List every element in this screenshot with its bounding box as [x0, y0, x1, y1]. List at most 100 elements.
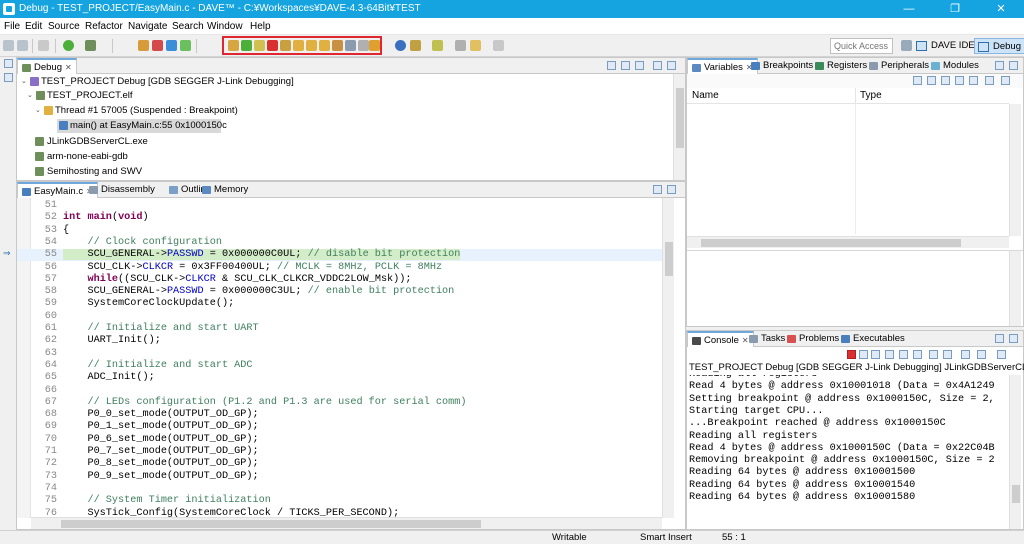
save-icon[interactable]: [17, 40, 28, 51]
code-line[interactable]: 57 while((SCU_CLK->CLKCR & SCU_CLK_CLKCR…: [17, 274, 662, 286]
code-line[interactable]: 63: [17, 348, 662, 360]
code-line[interactable]: 72 P0_8_set_mode(OUTPUT_OD_GP);: [17, 458, 662, 470]
word-wrap-icon[interactable]: [913, 350, 922, 359]
view-toolbar-icon[interactable]: [621, 61, 630, 70]
code-line[interactable]: 53 {: [17, 225, 662, 237]
project-explorer-icon[interactable]: [4, 73, 13, 82]
terminate-icon[interactable]: [847, 350, 856, 359]
restart-icon[interactable]: [345, 40, 356, 51]
pin-console-icon[interactable]: [961, 350, 970, 359]
tab-disassembly[interactable]: Disassembly: [85, 182, 159, 198]
resume-icon[interactable]: [241, 40, 252, 51]
back-icon[interactable]: [470, 40, 481, 51]
scroll-lock-icon[interactable]: [899, 350, 908, 359]
code-line[interactable]: 75 // System Timer initialization: [17, 495, 662, 507]
view-toolbar-icon[interactable]: [607, 61, 616, 70]
prev-edit-icon[interactable]: [455, 40, 466, 51]
console-vscroll[interactable]: [1009, 375, 1021, 529]
variables-hscroll[interactable]: [687, 236, 1009, 248]
minimize-view-icon[interactable]: [995, 61, 1004, 70]
view-toolbar-icon[interactable]: [913, 76, 922, 85]
code-line[interactable]: 62 UART_Init();: [17, 335, 662, 347]
code-line[interactable]: 71 P0_7_set_mode(OUTPUT_OD_GP);: [17, 446, 662, 458]
tab-modules[interactable]: Modules: [927, 58, 983, 74]
menu-search[interactable]: Search: [172, 21, 204, 32]
code-line[interactable]: 70 P0_6_set_mode(OUTPUT_OD_GP);: [17, 434, 662, 446]
reset-icon[interactable]: [369, 40, 380, 51]
maximize-view-icon[interactable]: [1009, 334, 1018, 343]
open-perspective-icon[interactable]: [901, 40, 912, 51]
code-line[interactable]: 65 ADC_Init();: [17, 372, 662, 384]
column-type[interactable]: Type: [860, 90, 882, 101]
code-line[interactable]: 60: [17, 311, 662, 323]
code-line[interactable]: 52 int main(void): [17, 212, 662, 224]
tab-registers[interactable]: Registers: [811, 58, 871, 74]
build-icon[interactable]: [138, 40, 149, 51]
debug-icon[interactable]: [85, 40, 96, 51]
tab-problems[interactable]: Problems: [783, 331, 843, 347]
variables-vscroll[interactable]: [1009, 104, 1021, 236]
minimize-button[interactable]: —: [886, 0, 932, 18]
clear-console-icon[interactable]: [885, 350, 894, 359]
editor-vscroll[interactable]: [662, 198, 674, 518]
new-icon[interactable]: [3, 40, 14, 51]
code-line[interactable]: 68 P0_0_set_mode(OUTPUT_OD_GP);: [17, 409, 662, 421]
code-line[interactable]: 67 // LEDs configuration (P1.2 and P1.3 …: [17, 397, 662, 409]
external-tools-icon[interactable]: [410, 40, 421, 51]
minimized-view-icon[interactable]: [4, 59, 13, 68]
maximize-button[interactable]: ❐: [932, 0, 978, 18]
drop-to-frame-icon[interactable]: [358, 40, 369, 51]
code-line[interactable]: 66: [17, 385, 662, 397]
remove-launch-icon[interactable]: [859, 350, 868, 359]
minimize-view-icon[interactable]: [653, 185, 662, 194]
quick-access-input[interactable]: [830, 38, 893, 54]
view-toolbar-icon[interactable]: [927, 76, 936, 85]
dave-icon[interactable]: [166, 40, 177, 51]
view-toolbar-icon[interactable]: [941, 76, 950, 85]
remove-all-icon[interactable]: [871, 350, 880, 359]
column-name[interactable]: Name: [692, 90, 719, 101]
minimize-view-icon[interactable]: [653, 61, 662, 70]
console-output[interactable]: Reading all registersRead 4 bytes @ addr…: [687, 375, 1009, 529]
variables-table[interactable]: [687, 104, 1009, 234]
code-line[interactable]: 56 SCU_CLK->CLKCR = 0x3FF00400UL; // MCL…: [17, 262, 662, 274]
code-line[interactable]: 59 SystemCoreClockUpdate();: [17, 298, 662, 310]
debug-view-scrollbar[interactable]: [673, 74, 685, 180]
code-line[interactable]: 69 P0_1_set_mode(OUTPUT_OD_GP);: [17, 421, 662, 433]
code-line[interactable]: 74: [17, 483, 662, 495]
code-line[interactable]: 54 // Clock configuration: [17, 237, 662, 249]
next-annotation-icon[interactable]: [432, 40, 443, 51]
show-on-output-icon[interactable]: [929, 350, 938, 359]
editor-hscroll[interactable]: [31, 517, 662, 529]
forward-icon[interactable]: [493, 40, 504, 51]
tab-debug[interactable]: Debug ✕: [17, 58, 77, 74]
code-line[interactable]: 61 // Initialize and start UART: [17, 323, 662, 335]
code-editor[interactable]: 51 52 int main(void) 53 {54 // Clock configu…: [17, 198, 662, 518]
open-console-icon[interactable]: [997, 350, 1006, 359]
maximize-view-icon[interactable]: [667, 61, 676, 70]
run-icon[interactable]: [63, 40, 74, 51]
view-toolbar-icon[interactable]: [955, 76, 964, 85]
skip-breakpoints-icon[interactable]: [38, 40, 49, 51]
close-button[interactable]: ✕: [978, 0, 1024, 18]
maximize-view-icon[interactable]: [1009, 61, 1018, 70]
disconnect-icon[interactable]: [280, 40, 291, 51]
display-console-icon[interactable]: [977, 350, 986, 359]
target-icon[interactable]: [395, 40, 406, 51]
tab-executables[interactable]: Executables: [837, 331, 909, 347]
maximize-view-icon[interactable]: [667, 185, 676, 194]
view-menu-icon[interactable]: [635, 61, 644, 70]
view-menu-icon[interactable]: [1001, 76, 1010, 85]
code-line[interactable]: 73 P0_9_set_mode(OUTPUT_OD_GP);: [17, 471, 662, 483]
menu-navigate[interactable]: Navigate: [128, 21, 167, 32]
minimize-view-icon[interactable]: [995, 334, 1004, 343]
perspective-debug[interactable]: Debug: [974, 38, 1024, 54]
tab-breakpoints[interactable]: Breakpoints: [747, 58, 817, 74]
menu-window[interactable]: Window: [207, 21, 243, 32]
tab-memory[interactable]: Memory: [198, 182, 252, 198]
close-icon[interactable]: ✕: [65, 63, 72, 72]
step-filters-icon[interactable]: [228, 40, 239, 51]
menu-edit[interactable]: Edit: [25, 21, 42, 32]
tab-console[interactable]: Console ✕: [687, 331, 754, 347]
suspend-icon[interactable]: [254, 40, 265, 51]
